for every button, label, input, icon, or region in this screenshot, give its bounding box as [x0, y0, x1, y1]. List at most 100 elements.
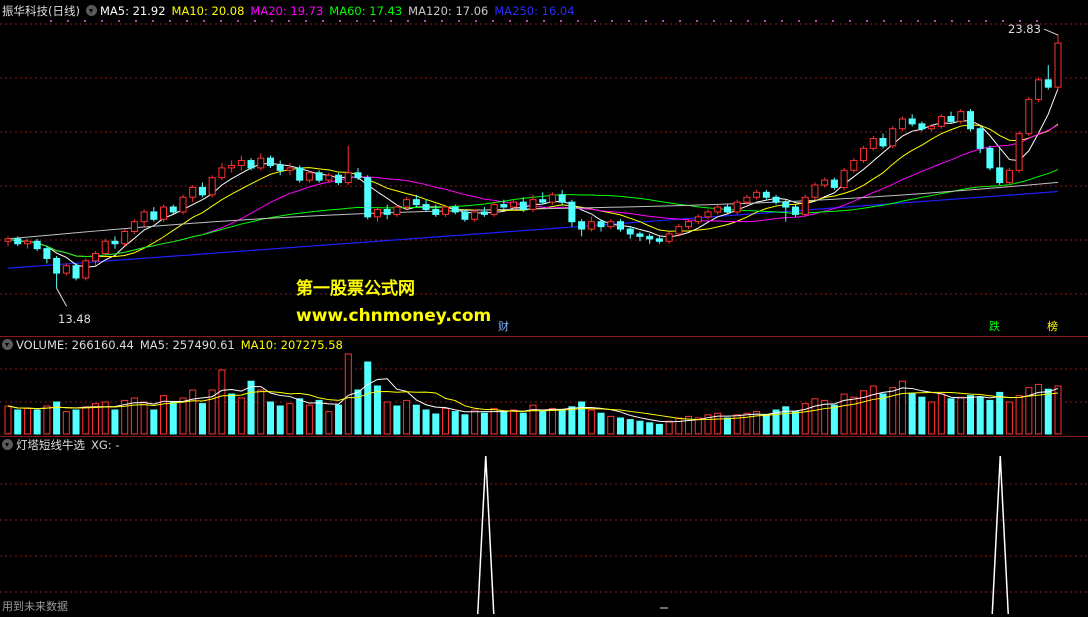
candle — [1035, 79, 1043, 100]
candle — [237, 160, 245, 166]
candle — [393, 206, 401, 215]
volume-bar — [198, 403, 206, 435]
volume-bar — [791, 411, 800, 435]
volume-bar — [150, 409, 158, 435]
signal-dot — [475, 20, 477, 22]
signal-dot — [798, 20, 800, 22]
volume-bar — [889, 387, 897, 435]
candle — [441, 206, 450, 215]
signal-dot — [424, 20, 426, 22]
signal-dot — [118, 20, 120, 22]
signal-dot — [203, 20, 205, 22]
finance-tag[interactable]: 财 — [497, 320, 510, 333]
candle — [130, 221, 138, 232]
signal-dot — [186, 20, 188, 22]
volume-bar — [62, 411, 70, 435]
volume-bar — [451, 411, 459, 435]
volume-bar — [500, 411, 508, 435]
volume-bar — [607, 415, 615, 435]
signal-dot — [492, 20, 494, 22]
signal-dot — [934, 20, 936, 22]
volume-pane[interactable]: VOLUME: 266160.44 MA5: 257490.61 MA10: 207… — [0, 336, 1088, 436]
ma60-label: MA60: 17.43 — [329, 4, 403, 18]
signal-dot — [1002, 20, 1004, 22]
indicator-header: 灯塔短线牛选 XG: - — [2, 438, 125, 452]
candle — [354, 172, 362, 179]
signal-dot — [458, 20, 460, 22]
candle — [228, 164, 236, 169]
candle — [247, 160, 255, 169]
signal-dot — [968, 20, 970, 22]
candle — [305, 172, 313, 181]
signal-dot — [730, 20, 732, 22]
signal-dot — [84, 20, 86, 22]
price-pane[interactable]: 振华科技(日线) MA5: 21.92 MA10: 20.08 MA20: 19.73… — [0, 0, 1088, 336]
candle — [772, 196, 780, 203]
candle — [937, 116, 945, 127]
volume-bar — [519, 412, 527, 435]
volume-bar — [72, 409, 80, 435]
signal-dot — [679, 20, 681, 22]
candle — [1054, 42, 1062, 88]
candle — [607, 221, 615, 228]
volume-bar — [393, 405, 401, 435]
signal-dot — [764, 20, 766, 22]
candle — [646, 235, 654, 240]
candle — [869, 138, 877, 149]
volume-bar — [218, 369, 226, 435]
ma5-label: MA5: 21.92 — [99, 4, 166, 18]
signal-dot — [356, 20, 358, 22]
candlestick-chart[interactable] — [0, 0, 1088, 336]
price-title: 振华科技(日线) — [2, 4, 80, 18]
candle — [830, 179, 838, 188]
candle — [412, 199, 420, 206]
indicator-chart[interactable] — [0, 436, 1088, 617]
signal-dot — [305, 20, 307, 22]
candle — [480, 211, 488, 215]
candle — [908, 118, 916, 125]
signal-dot — [169, 20, 171, 22]
signal-dot — [254, 20, 256, 22]
candle — [315, 172, 323, 181]
signal-dot — [441, 20, 443, 22]
dropdown-icon[interactable] — [2, 339, 13, 350]
candle — [286, 167, 294, 171]
candle — [723, 206, 731, 213]
candle — [714, 206, 722, 213]
candle — [636, 233, 644, 237]
volume-bar — [996, 391, 1004, 435]
candle — [266, 157, 275, 166]
candle — [821, 179, 829, 186]
signal-dot — [373, 20, 375, 22]
volume-bar — [646, 422, 654, 435]
candle — [578, 221, 586, 230]
candle — [169, 206, 177, 213]
dropdown-icon[interactable] — [85, 5, 97, 16]
volume-bar — [821, 399, 829, 435]
candle — [626, 228, 634, 235]
volume-bar — [296, 398, 304, 435]
volume-bar — [568, 406, 576, 435]
indicator-pane[interactable]: 灯塔短线牛选 XG: - 用到未来数据 — [0, 436, 1088, 617]
candle — [791, 206, 800, 215]
signal-dot — [713, 20, 715, 22]
volume-bar — [383, 401, 391, 435]
candle — [1025, 98, 1033, 135]
candle — [111, 240, 119, 245]
candle — [53, 257, 61, 274]
signal-dot — [696, 20, 698, 22]
volume-bar — [510, 409, 518, 435]
signal-dot — [67, 20, 69, 22]
volume-bar — [286, 403, 294, 435]
volume-bar — [247, 380, 255, 435]
volume-bar — [305, 404, 313, 435]
dropdown-icon[interactable] — [2, 439, 13, 450]
volume-bar — [937, 393, 945, 435]
indicator-xg: XG: - — [91, 438, 120, 452]
rank-tag[interactable]: 榜 — [1046, 320, 1059, 333]
volume-bar — [471, 409, 479, 435]
volume-bar — [91, 403, 100, 435]
drop-tag[interactable]: 跌 — [988, 320, 1001, 333]
candle — [422, 204, 430, 210]
volume-bar — [237, 397, 245, 435]
